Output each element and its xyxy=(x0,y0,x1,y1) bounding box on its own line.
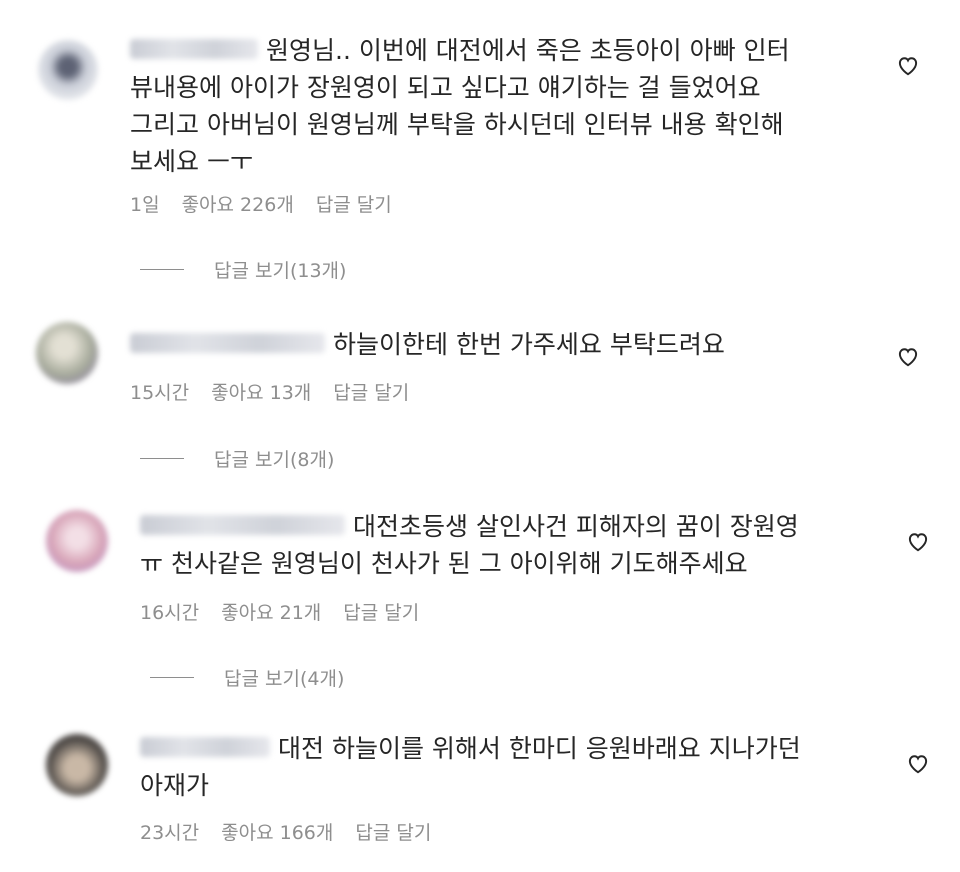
comment-text-block: 대전 하늘이를 위해서 한마디 응원바래요 지나가던 아재가 xyxy=(140,730,880,804)
comment-text-block: 원영님.. 이번에 대전에서 죽은 초등아이 아빠 인터 뷰내용에 아이가 장원… xyxy=(130,32,870,180)
like-count[interactable]: 좋아요 226개 xyxy=(182,194,294,216)
divider-line xyxy=(140,269,184,270)
comment-text: 하늘이한테 한번 가주세요 부탁드려요 xyxy=(333,330,725,359)
comment-meta: 1일 좋아요 226개 답글 달기 xyxy=(130,190,414,217)
view-replies-label: 답글 보기(13개) xyxy=(214,260,347,282)
view-replies-button[interactable]: 답글 보기(8개) xyxy=(140,445,334,472)
comment-meta: 15시간 좋아요 13개 답글 달기 xyxy=(130,378,431,405)
divider-line xyxy=(150,677,194,678)
username[interactable] xyxy=(130,39,258,59)
view-replies-label: 답글 보기(8개) xyxy=(214,449,335,471)
comment-meta: 16시간 좋아요 21개 답글 달기 xyxy=(140,598,441,625)
reply-button[interactable]: 답글 달기 xyxy=(316,194,392,216)
avatar[interactable] xyxy=(38,40,98,100)
reply-button[interactable]: 답글 달기 xyxy=(355,822,431,844)
avatar[interactable] xyxy=(36,322,98,384)
username[interactable] xyxy=(130,333,325,353)
comment-text-block: 하늘이한테 한번 가주세요 부탁드려요 xyxy=(130,326,870,363)
username[interactable] xyxy=(140,737,270,757)
timestamp: 23시간 xyxy=(140,822,200,844)
username[interactable] xyxy=(140,515,345,535)
timestamp: 16시간 xyxy=(140,602,200,624)
reply-button[interactable]: 답글 달기 xyxy=(333,382,409,404)
view-replies-label: 답글 보기(4개) xyxy=(224,668,345,690)
avatar[interactable] xyxy=(46,734,108,796)
timestamp: 1일 xyxy=(130,194,160,216)
view-replies-button[interactable]: 답글 보기(4개) xyxy=(150,664,344,691)
heart-outline-icon[interactable] xyxy=(895,52,921,78)
avatar[interactable] xyxy=(46,510,108,572)
comment-meta: 23시간 좋아요 166개 답글 달기 xyxy=(140,818,453,845)
heart-outline-icon[interactable] xyxy=(905,750,931,776)
heart-outline-icon[interactable] xyxy=(905,528,931,554)
like-count[interactable]: 좋아요 13개 xyxy=(211,382,311,404)
view-replies-button[interactable]: 답글 보기(13개) xyxy=(140,256,346,283)
comment-text-block: 대전초등생 살인사건 피해자의 꿈이 장원영 ㅠ 천사같은 원영님이 천사가 된… xyxy=(140,508,880,582)
divider-line xyxy=(140,458,184,459)
heart-outline-icon[interactable] xyxy=(895,343,921,369)
timestamp: 15시간 xyxy=(130,382,190,404)
like-count[interactable]: 좋아요 166개 xyxy=(221,822,333,844)
like-count[interactable]: 좋아요 21개 xyxy=(221,602,321,624)
reply-button[interactable]: 답글 달기 xyxy=(343,602,419,624)
